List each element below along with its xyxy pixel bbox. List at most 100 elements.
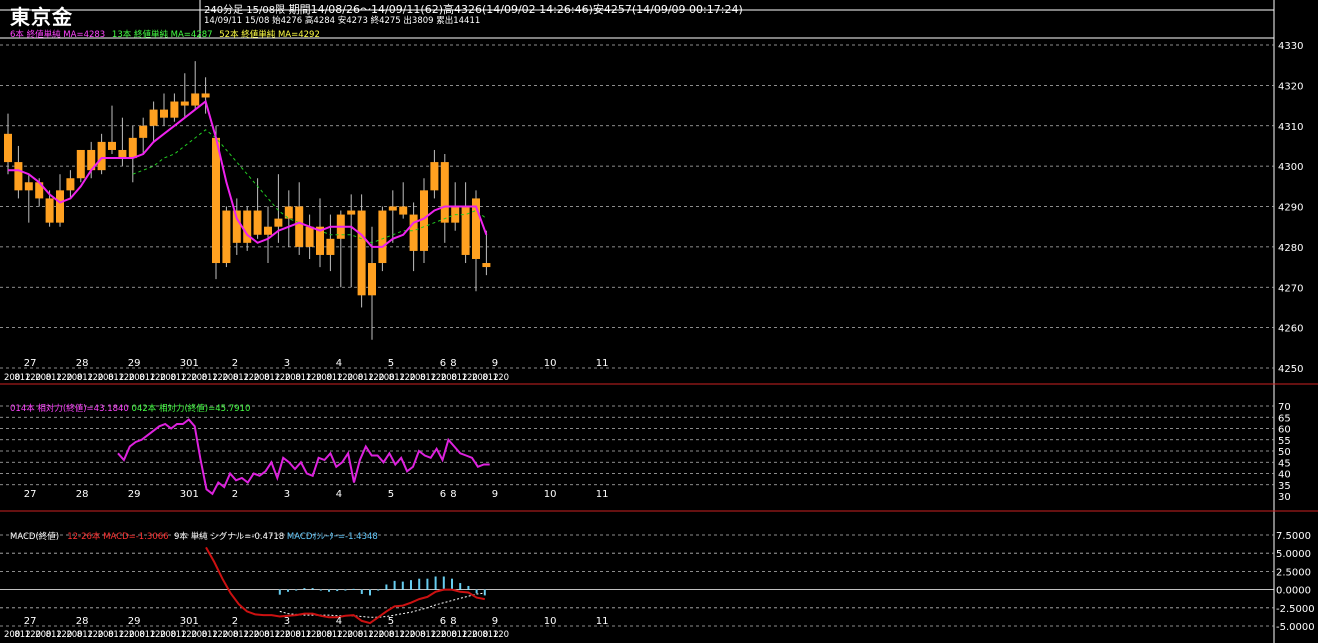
macd-legend: MACD(終値) 12-26本 MACD=-1.3066 9本 単純 シグナル=… [10,530,378,542]
date-tick-label: 2 [232,358,238,369]
date-tick-label: 5 [388,616,394,627]
date-tick-label: 29 [128,358,141,369]
oscillator-bar [459,583,462,590]
candle-body [347,210,356,215]
date-tick-label: 6 [440,358,446,369]
candle-body [357,210,366,296]
rsi14-line [117,418,490,496]
date-tick-label: 27 [24,616,37,627]
candle-body [264,226,272,235]
chart-canvas: 42504260427042804290430043104320433027 28… [0,0,1318,643]
date-tick-label: 11 [596,616,609,627]
candle-body [409,214,418,251]
time-tick-label: 120 [493,630,509,640]
date-tick-label: 29 [128,489,141,500]
candle-body [201,93,210,98]
ma-legend: 6本 終値単純 MA=4283 13本 終値単純 MA=4287 52本 終値単… [10,28,324,40]
price-tick-label: 4270 [1278,283,1303,294]
oscillator-bar [442,576,445,590]
date-tick-label: 301 [180,489,199,500]
price-tick-label: 4290 [1278,203,1303,214]
ma13-legend: 13本 終値単純 MA=4287 [111,30,213,40]
candle-body [222,210,231,264]
date-tick-label: 10 [544,616,557,627]
oscillator-bar [360,589,363,594]
date-tick-label: 3 [284,358,290,369]
date-tick-label: 11 [596,489,609,500]
oscillator-bar [352,588,355,590]
rsi-tick-label: 65 [1278,413,1291,424]
candle-body [128,137,137,159]
macd-tick-label: 0.0000 [1276,586,1311,597]
instrument-title: 東京金 [10,5,73,29]
date-tick-label: 301 [180,616,199,627]
candle-body [440,162,449,223]
date-tick-label: 4 [336,616,342,627]
time-tick-label: 120 [493,373,509,383]
oscillator-bar [385,584,388,590]
date-tick-label: 301 [180,358,199,369]
macd-tick-label: 2.5000 [1276,567,1311,578]
candle-body [45,198,54,223]
candle-body [212,137,220,264]
candle-body [180,101,189,106]
date-tick-label: 8 [450,358,456,369]
oscillator-bar [451,578,453,590]
candle-body [482,263,491,268]
oscillator-bar [434,576,437,590]
oscillator-bar [426,578,429,590]
oscillator-bar [328,589,330,592]
date-tick-label: 10 [544,358,557,369]
oscillator-bar [344,589,347,591]
candle-body [274,218,283,227]
date-tick-label: 5 [388,358,394,369]
oscillator-bar [319,589,322,591]
oscillator-bar [278,589,281,595]
date-tick-label: 28 [76,358,89,369]
price-tick-label: 4310 [1278,122,1303,133]
candle-body [76,149,85,179]
date-tick-label: 28 [76,489,89,500]
rsi-tick-label: 50 [1278,447,1291,458]
candle-body [388,206,397,211]
oscillator-bar [377,589,380,591]
candle-body [118,149,127,159]
oscillator-bar [369,589,371,596]
rsi-legend: 014本 相対力(終値)=43.1840 042本 相対力(終値)=45.791… [10,402,250,414]
ma6-legend: 6本 終値単純 MA=4283 [10,30,106,40]
candle-body [108,141,116,150]
candle-body [66,178,75,191]
candle-body [378,210,387,264]
price-tick-label: 4250 [1278,364,1303,375]
rsi42-legend: 042本 相対力(終値)=45.7910 [131,404,251,414]
date-tick-label: 2 [232,489,238,500]
rsi14-legend: 014本 相対力(終値)=43.1840 [10,404,129,414]
oscillator-bar [295,589,298,591]
date-tick-label: 10 [544,489,557,500]
candle-body [139,125,148,138]
oscillator-bar [287,589,289,592]
price-tick-label: 4260 [1278,324,1303,335]
oscillator-bar [311,588,314,590]
candle-body [14,162,23,191]
rsi-tick-label: 35 [1278,481,1291,492]
rsi-tick-label: 40 [1278,470,1291,481]
macd-tick-label: -5.0000 [1276,622,1315,633]
oscillator-bar [418,578,421,590]
candle-body [253,210,262,235]
oscillator-bar [401,581,404,590]
chart-header: 東京金 240分足 15/08限 期間14/08/26～14/09/11(62)… [0,0,1318,40]
rsi-tick-label: 45 [1278,458,1291,469]
oscillator-bar [303,588,306,590]
candle-body [97,141,106,171]
date-tick-label: 9 [492,358,498,369]
candle-body [305,226,314,247]
candle-body [24,182,33,191]
price-tick-label: 4320 [1278,81,1303,92]
candle-body [170,101,179,118]
macd-title-legend: MACD(終値) [10,532,60,542]
candle-body [368,263,376,296]
candle-body [160,109,168,118]
oscillator-bar [483,589,486,596]
candle-body [430,162,439,191]
